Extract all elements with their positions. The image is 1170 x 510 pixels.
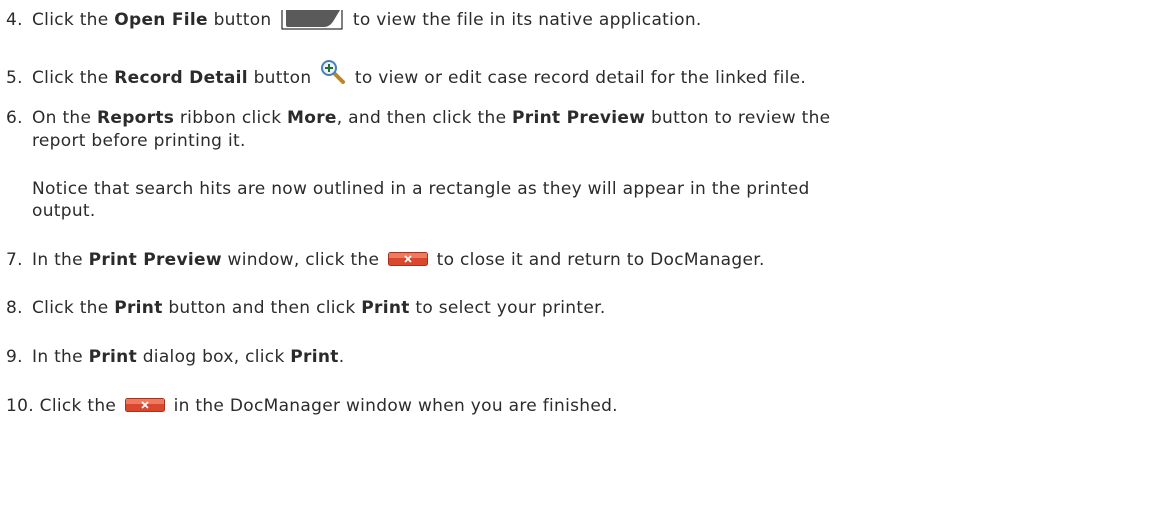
step-text: In the bbox=[32, 347, 89, 367]
step-number: 6. bbox=[6, 108, 23, 128]
step-6: 6. On the Reports ribbon click More, and … bbox=[6, 107, 830, 129]
step-text: window, click the bbox=[221, 250, 385, 270]
step-bold-text: Print Preview bbox=[512, 108, 646, 128]
step-text: in the DocManager window when you are fi… bbox=[167, 396, 618, 416]
step-bold-text: Print bbox=[290, 347, 339, 367]
step-text: Click the bbox=[32, 68, 115, 88]
step-number: 5. bbox=[6, 68, 23, 88]
step-text: dialog box, click bbox=[137, 347, 291, 367]
step-text: button and then click bbox=[162, 298, 362, 318]
close-icon bbox=[124, 398, 165, 412]
step-text: button bbox=[207, 10, 278, 30]
step-text: to close it and return to DocManager. bbox=[430, 250, 765, 270]
note-line-1: Notice that search hits are now outlined… bbox=[32, 179, 810, 199]
step-text: Click the bbox=[39, 396, 122, 416]
step-text: to view the file in its native applicati… bbox=[347, 10, 702, 30]
step-text: In the bbox=[32, 250, 89, 270]
step-text: button bbox=[247, 68, 318, 88]
step-text: Click the bbox=[32, 298, 115, 318]
step-text: Click the bbox=[32, 10, 115, 30]
step-bold-text: Print bbox=[88, 347, 138, 367]
step-text: . bbox=[338, 347, 345, 367]
note-line-2: output. bbox=[32, 201, 96, 221]
step-bold-text: More bbox=[287, 108, 337, 128]
magnifier-icon bbox=[321, 60, 346, 84]
step-text: to view or edit case record detail for t… bbox=[349, 68, 807, 88]
step-bold-text: Print bbox=[114, 298, 163, 318]
step-number: 8. bbox=[6, 298, 23, 318]
step-number: 7. bbox=[6, 250, 23, 270]
step-6-continuation: report before printing it. bbox=[32, 131, 246, 151]
step-bold-text: Open File bbox=[114, 10, 208, 30]
close-icon bbox=[387, 252, 428, 266]
step-5: 5. Click the Record Detail button to view… bbox=[6, 59, 806, 89]
step-bold-text: Print bbox=[361, 298, 410, 318]
step-number: 9. bbox=[6, 347, 23, 367]
step-text: , and then click the bbox=[336, 108, 513, 128]
step-text: to select your printer. bbox=[409, 298, 606, 318]
step-text: ribbon click bbox=[174, 108, 288, 128]
step-number: 10. bbox=[6, 396, 34, 416]
step-bold-text: Print Preview bbox=[88, 250, 222, 270]
step-7: 7. In the Print Preview window, click the… bbox=[6, 249, 765, 271]
step-10: 10. Click the in the DocManager window w… bbox=[6, 395, 618, 417]
step-text: button to review the bbox=[645, 108, 831, 128]
step-bold-text: Record Detail bbox=[114, 68, 248, 88]
step-9: 9. In the Print dialog box, click Print. bbox=[6, 346, 344, 368]
open-file-icon bbox=[281, 10, 343, 30]
step-bold-text: Reports bbox=[96, 108, 175, 128]
step-4: 4. Click the Open File button to view the… bbox=[6, 9, 702, 31]
step-8: 8. Click the Print button and then click … bbox=[6, 297, 606, 319]
instructions-document: 4. Click the Open File button to view the… bbox=[0, 0, 1170, 510]
step-number: 4. bbox=[6, 10, 23, 30]
step-text: On the bbox=[32, 108, 97, 128]
